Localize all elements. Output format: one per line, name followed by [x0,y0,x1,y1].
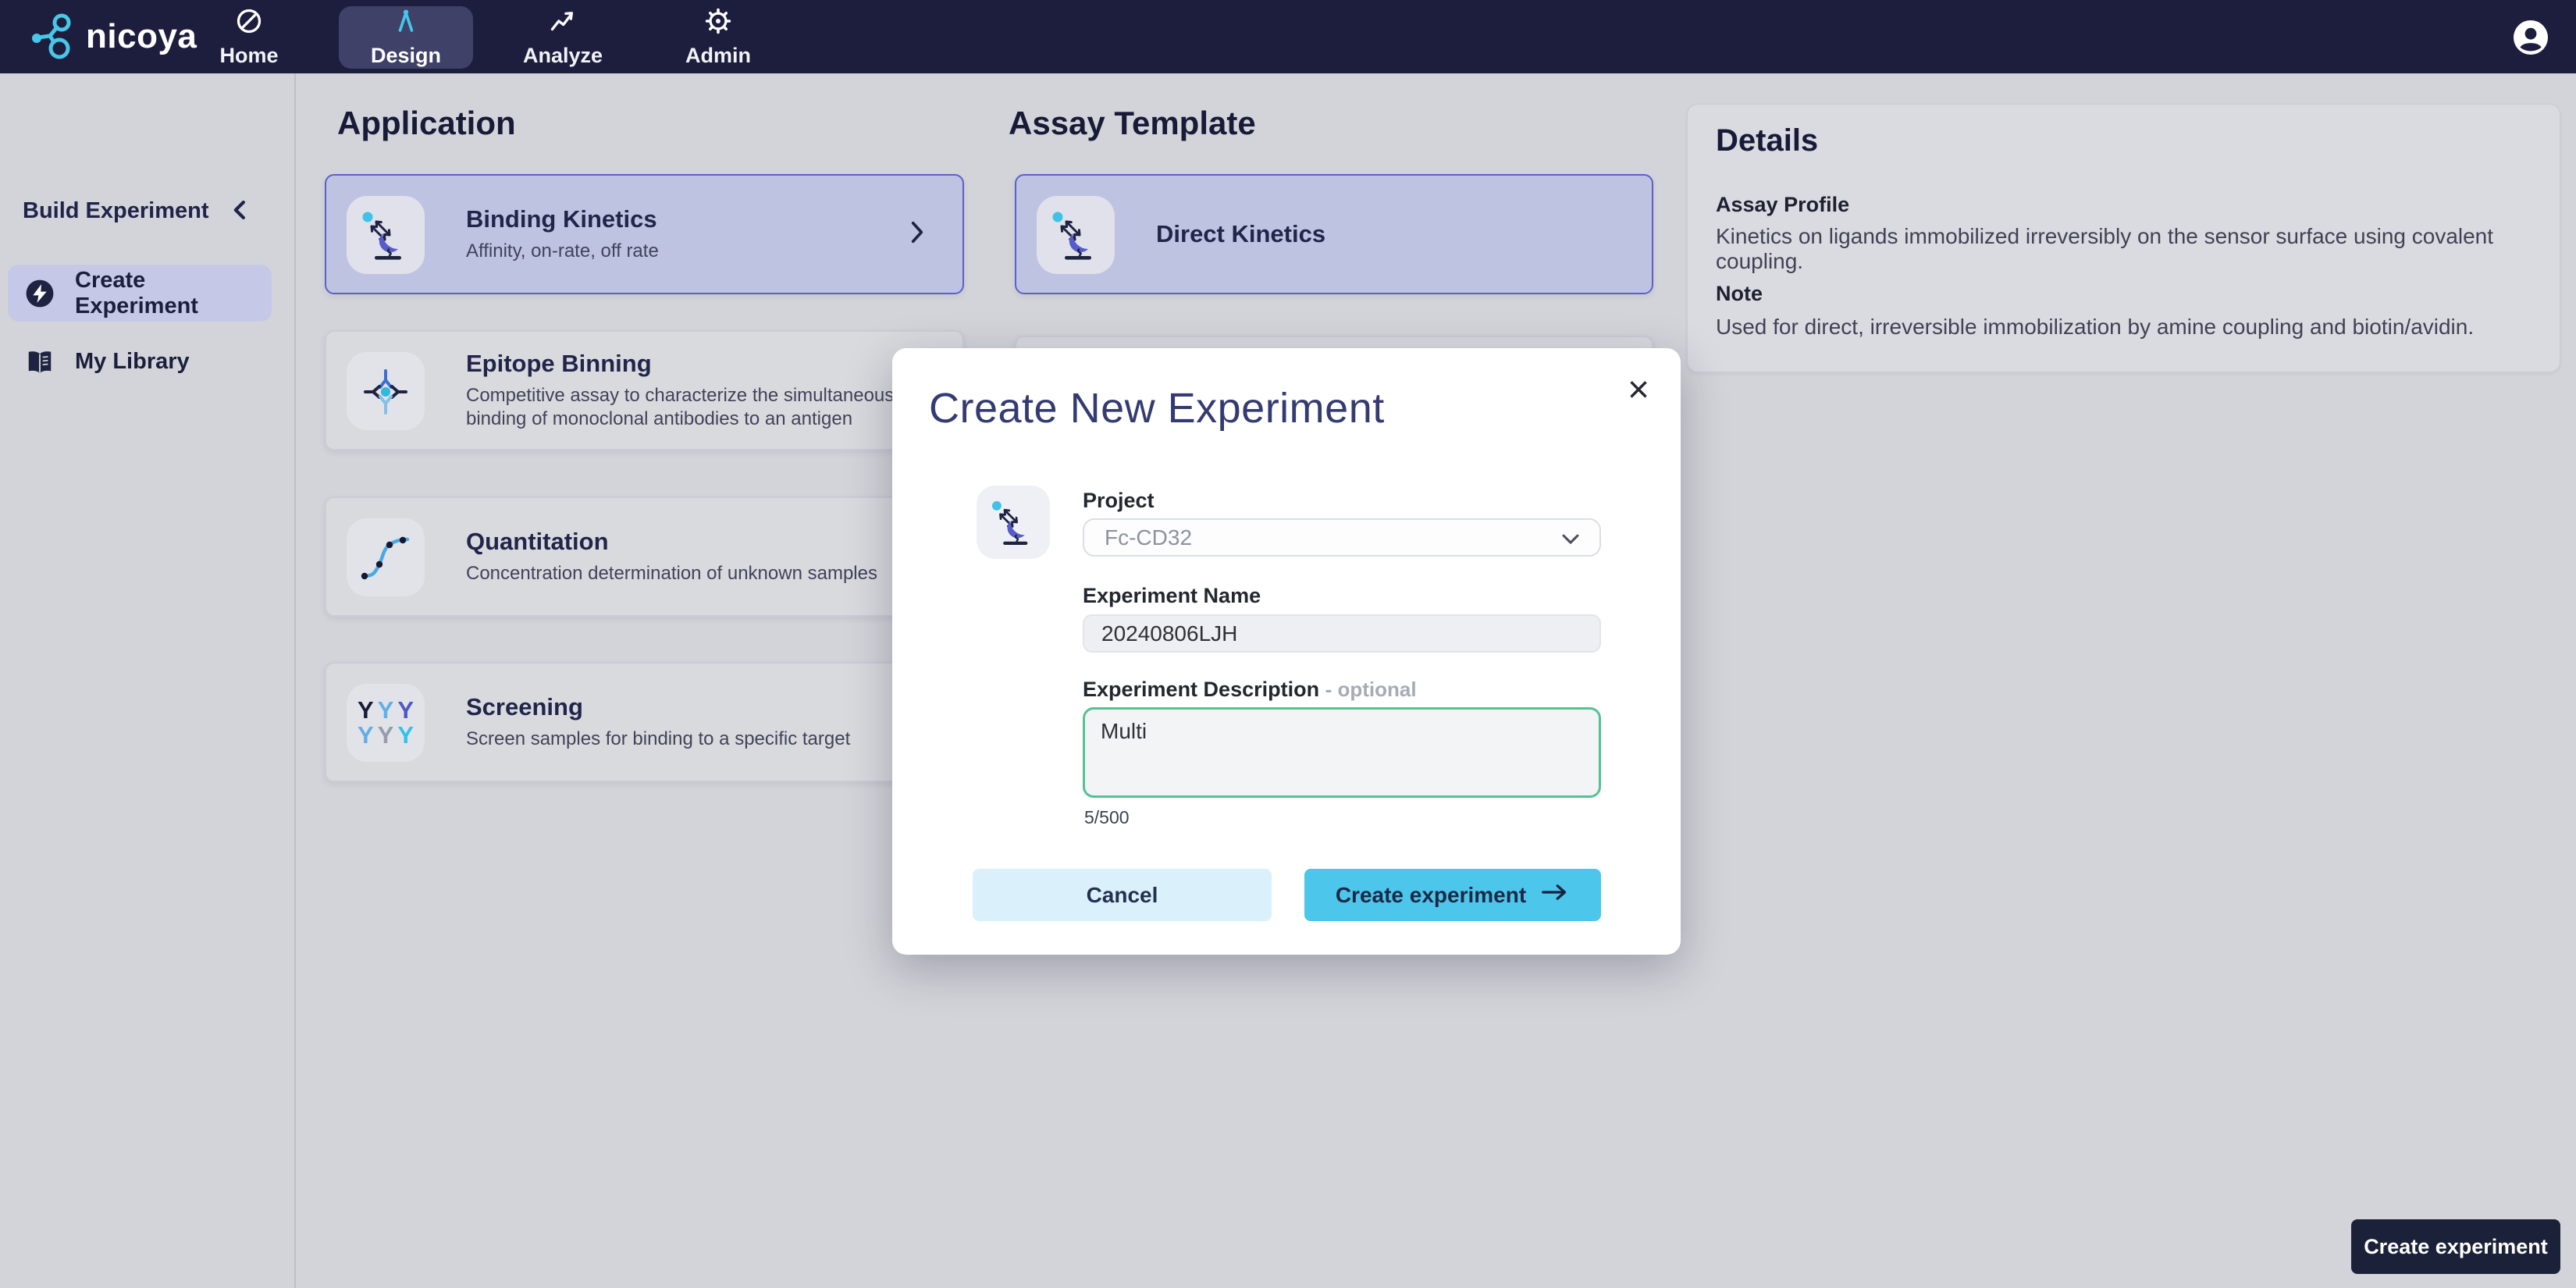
open-book-icon [25,347,55,377]
application-card-binding-kinetics[interactable]: Binding Kinetics Affinity, on-rate, off … [325,174,964,294]
create-experiment-button[interactable]: Create experiment [1304,869,1601,921]
sidebar-item-create-experiment[interactable]: Create Experiment [8,265,272,322]
assay-template-heading: Assay Template [1009,105,1256,141]
admin-gear-icon [704,7,732,39]
details-section-body: Kinetics on ligands immobilized irrevers… [1716,224,2494,273]
card-title: Direct Kinetics [1156,220,1326,247]
sidebar-item-label: My Library [75,349,190,374]
application-card-epitope-binning[interactable]: Epitope Binning Competitive assay to cha… [325,330,964,450]
details-panel: Details Assay Profile Kinetics on ligand… [1687,104,2560,372]
lightning-bolt-icon [25,279,55,308]
project-label: Project [1083,489,1155,512]
nicoya-logo[interactable]: nicoya [28,11,197,62]
cancel-button[interactable]: Cancel [973,869,1272,921]
nav-tab-design[interactable]: Design [339,6,473,69]
card-title: Epitope Binning [466,350,652,377]
sidebar-divider [294,73,296,1288]
experiment-name-input[interactable] [1083,614,1601,653]
application-heading: Application [337,105,516,141]
create-experiment-modal: Create New Experiment × Project Fc-CD32 [892,348,1681,955]
sidebar: Build Experiment Create Experiment My Li… [0,73,295,1288]
chevron-down-icon [1562,525,1579,550]
cancel-button-label: Cancel [1086,882,1158,907]
experiment-name-label: Experiment Name [1083,584,1261,607]
sidebar-collapse-button[interactable] [228,197,256,225]
card-desc: Screen samples for binding to a specific… [466,728,851,749]
analyze-icon [549,7,577,39]
assay-template-card-direct-kinetics[interactable]: Direct Kinetics [1015,174,1653,294]
card-title: Binding Kinetics [466,205,657,233]
nav-label-home: Home [219,44,279,67]
project-select[interactable]: Fc-CD32 [1083,518,1601,557]
antibody-y-glyph: Y [377,696,394,724]
create-experiment-button-label: Create experiment [1335,882,1527,907]
character-counter: 5/500 [1084,807,1130,827]
kinetics-icon [1037,196,1115,274]
application-card-screening[interactable]: Y Y Y Y Y Y Screening Screen samples for… [325,662,964,782]
application-card-quantitation[interactable]: Quantitation Concentration determination… [325,496,964,617]
card-title: Screening [466,693,583,720]
card-desc: Affinity, on-rate, off rate [466,240,659,262]
card-desc: Concentration determination of unknown s… [466,563,877,584]
project-selected-value: Fc-CD32 [1105,525,1193,550]
sidebar-item-label: Create Experiment [75,267,198,318]
antibody-y-glyph: Y [397,721,415,749]
nav-tab-admin[interactable]: Admin [648,6,788,69]
antibody-y-glyph: Y [377,721,394,749]
antibody-y-glyph: Y [357,696,374,724]
app-root: nicoya Home Design Analyze Admin Build E… [0,0,2576,1288]
experiment-description-textarea[interactable] [1083,707,1601,798]
top-navbar: nicoya Home Design Analyze Admin [0,0,2576,73]
footer-create-experiment-button[interactable]: Create experiment [2351,1219,2560,1274]
nav-label-design: Design [370,44,442,67]
close-icon[interactable]: × [1628,372,1649,409]
experiment-description-label: Experiment Description - optional [1083,678,1417,702]
antibody-y-glyph: Y [397,696,415,724]
details-section-label: Assay Profile [1716,193,1850,216]
modal-title: Create New Experiment [929,385,1385,432]
details-section-body: Used for direct, irreversible immobiliza… [1716,315,2475,339]
nav-tab-home[interactable]: Home [179,6,319,69]
nav-tab-analyze[interactable]: Analyze [493,6,633,69]
sidebar-item-my-library[interactable]: My Library [8,333,272,390]
card-title: Quantitation [466,528,609,555]
sidebar-title: Build Experiment [23,198,209,223]
kinetics-icon [347,196,425,274]
nav-label-admin: Admin [685,44,751,67]
quantitation-curve-icon [347,518,425,596]
details-section-label: Note [1716,282,1763,305]
optional-tag: - optional [1325,678,1417,701]
card-desc: Competitive assay to characterize the si… [466,385,895,429]
design-icon [392,7,420,39]
screening-antibodies-icon: Y Y Y Y Y Y [347,684,425,762]
experiment-description-label-text: Experiment Description [1083,678,1320,701]
antibody-y-glyph: Y [357,721,374,749]
nav-label-analyze: Analyze [522,44,603,67]
epitope-binning-icon [347,352,425,430]
user-avatar[interactable] [2512,19,2549,56]
arrow-right-icon [1540,882,1570,908]
kinetics-icon [977,486,1050,559]
home-icon [235,7,263,39]
chevron-right-icon [909,220,925,249]
details-heading: Details [1716,123,1819,158]
nicoya-molecule-icon [28,10,78,64]
